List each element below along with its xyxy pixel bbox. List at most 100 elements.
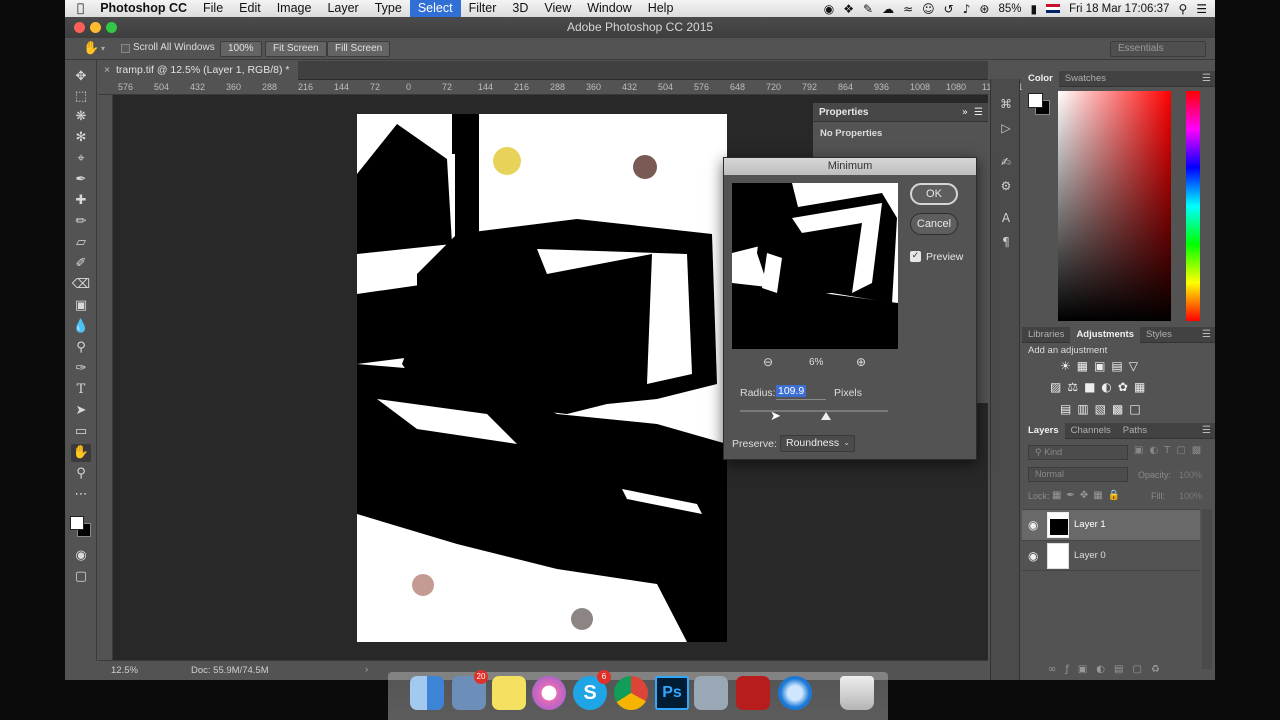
- menu-file[interactable]: File: [195, 0, 231, 17]
- healing-brush-tool-icon[interactable]: ✚: [71, 192, 91, 210]
- document-canvas[interactable]: [357, 114, 727, 642]
- preview-zoom-out-icon[interactable]: ⊖: [763, 355, 773, 369]
- layer-kind-filter[interactable]: ⚲ Kind: [1028, 445, 1128, 460]
- paragraph-panel-icon[interactable]: ¶: [998, 235, 1014, 251]
- menu-app-name[interactable]: Photoshop CC: [92, 0, 195, 17]
- layer-row-layer-0[interactable]: ◉ Layer 0: [1022, 540, 1200, 571]
- quick-selection-tool-icon[interactable]: ✻: [71, 129, 91, 147]
- accessibility-icon[interactable]: ☺: [922, 2, 935, 16]
- menu-select[interactable]: Select: [409, 0, 461, 17]
- zoom-window-button[interactable]: [106, 22, 117, 33]
- preview-checkbox[interactable]: ✓: [910, 251, 921, 262]
- layer-row-layer-1[interactable]: ◉ Layer 1: [1022, 509, 1200, 540]
- close-window-button[interactable]: [74, 22, 85, 33]
- rectangle-tool-icon[interactable]: ▭: [71, 423, 91, 441]
- cloud-icon[interactable]: ☁: [882, 2, 894, 16]
- tab-swatches[interactable]: Swatches: [1059, 71, 1112, 87]
- brush-tool-icon[interactable]: ✏: [71, 213, 91, 231]
- evernote-icon[interactable]: ✎: [863, 2, 873, 16]
- status-menu-arrow-icon[interactable]: ›: [365, 664, 368, 675]
- adjustment-icons-row-1[interactable]: ☀▦▣▤▽: [1060, 359, 1144, 373]
- quicktime-dock-icon[interactable]: [778, 676, 812, 710]
- quick-mask-icon[interactable]: ◉: [71, 547, 91, 565]
- document-tab[interactable]: × tramp.tif @ 12.5% (Layer 1, RGB/8) *: [98, 61, 298, 80]
- preview-zoom-in-icon[interactable]: ⊕: [856, 355, 866, 369]
- close-document-icon[interactable]: ×: [104, 61, 110, 80]
- wifi-icon[interactable]: ≈: [903, 2, 913, 16]
- stickies-dock-icon[interactable]: [492, 676, 526, 710]
- tab-layers[interactable]: Layers: [1022, 422, 1065, 439]
- eyedropper-tool-icon[interactable]: ✒: [71, 171, 91, 189]
- finder-dock-icon[interactable]: [410, 676, 444, 710]
- layer-filter-icons[interactable]: ▣◐T▢▩: [1134, 445, 1207, 456]
- lasso-tool-icon[interactable]: ❋: [71, 108, 91, 126]
- layers-panel-menu-icon[interactable]: ☰: [1202, 425, 1211, 436]
- tab-paths[interactable]: Paths: [1117, 423, 1153, 439]
- tab-libraries[interactable]: Libraries: [1022, 327, 1070, 343]
- volume-icon[interactable]: ♪: [963, 2, 971, 16]
- path-selection-tool-icon[interactable]: ➤: [71, 402, 91, 420]
- trash-dock-icon[interactable]: [840, 676, 874, 710]
- menu-help[interactable]: Help: [640, 0, 682, 17]
- menu-filter[interactable]: Filter: [461, 0, 505, 17]
- filter-preview-pane[interactable]: [732, 183, 898, 349]
- color-field[interactable]: [1058, 91, 1171, 321]
- record-icon[interactable]: ◉: [824, 2, 834, 16]
- lock-icons[interactable]: ▦✒✥▦🔒: [1052, 490, 1125, 501]
- menu-type[interactable]: Type: [367, 0, 410, 17]
- preserve-select[interactable]: Roundness ⌄: [780, 435, 855, 452]
- brush-presets-icon[interactable]: ✍: [998, 155, 1014, 171]
- scroll-all-windows-checkbox[interactable]: [121, 44, 130, 53]
- flag-icon[interactable]: [1046, 4, 1061, 13]
- hue-slider[interactable]: [1186, 91, 1200, 321]
- photoshop-dock-icon[interactable]: Ps: [655, 676, 689, 710]
- clone-stamp-tool-icon[interactable]: ▱: [71, 234, 91, 252]
- fill-value[interactable]: 100%: [1179, 491, 1202, 501]
- tab-color[interactable]: Color: [1022, 70, 1059, 87]
- actions-panel-icon[interactable]: ▷: [998, 121, 1014, 137]
- screen-mode-icon[interactable]: ▢: [71, 568, 91, 586]
- tab-adjustments[interactable]: Adjustments: [1070, 326, 1140, 343]
- layer-visibility-eye-icon[interactable]: ◉: [1028, 549, 1038, 563]
- opacity-value[interactable]: 100%: [1179, 470, 1202, 480]
- spotlight-icon[interactable]: ⚲: [1178, 2, 1187, 16]
- menu-view[interactable]: View: [536, 0, 579, 17]
- bluetooth-icon[interactable]: ⊛: [979, 2, 989, 16]
- photo-booth-dock-icon[interactable]: [736, 676, 770, 710]
- itunes-dock-icon[interactable]: [532, 676, 566, 710]
- battery-icon[interactable]: ▮: [1030, 2, 1037, 16]
- menu-window[interactable]: Window: [579, 0, 639, 17]
- hand-tool-icon[interactable]: ✋: [71, 444, 91, 462]
- radius-slider-handle[interactable]: [821, 412, 831, 420]
- crop-tool-icon[interactable]: ⌖: [71, 150, 91, 168]
- notification-center-icon[interactable]: ☰: [1196, 2, 1207, 16]
- cancel-button[interactable]: Cancel: [910, 213, 958, 235]
- brushes-panel-icon[interactable]: ⚙: [998, 179, 1014, 195]
- move-tool-icon[interactable]: ✥: [71, 68, 91, 86]
- hand-tool-preset-icon[interactable]: ✋: [83, 41, 99, 56]
- radius-input[interactable]: 109.9: [776, 385, 826, 400]
- adjustment-icons-row-2[interactable]: ▨⚖■◐✿▦: [1050, 380, 1151, 394]
- layer-visibility-eye-icon[interactable]: ◉: [1028, 518, 1038, 532]
- blur-tool-icon[interactable]: 💧: [71, 318, 91, 336]
- type-tool-icon[interactable]: T: [71, 381, 91, 399]
- zoom-100-button[interactable]: 100%: [220, 41, 262, 57]
- color-panel-menu-icon[interactable]: ☰: [1202, 73, 1211, 84]
- zoom-status[interactable]: 12.5%: [111, 665, 138, 676]
- marquee-tool-icon[interactable]: ⬚: [71, 88, 91, 106]
- adjustments-panel-menu-icon[interactable]: ☰: [1202, 329, 1211, 340]
- history-brush-tool-icon[interactable]: ✐: [71, 255, 91, 273]
- screenshot-dock-icon[interactable]: [694, 676, 728, 710]
- collapse-panel-icon[interactable]: »: [962, 103, 968, 122]
- time-machine-icon[interactable]: ↺: [944, 2, 954, 16]
- chrome-dock-icon[interactable]: [614, 676, 648, 710]
- pen-tool-icon[interactable]: ✑: [71, 360, 91, 378]
- dropbox-icon[interactable]: ❖: [843, 2, 854, 16]
- tab-styles[interactable]: Styles: [1140, 327, 1178, 343]
- foreground-color-swatch[interactable]: [70, 516, 84, 530]
- layers-footer-icons[interactable]: ∞ƒ▣◐▤▢♻: [1048, 664, 1169, 675]
- menu-3d[interactable]: 3D: [504, 0, 536, 17]
- fg-color-chip[interactable]: [1028, 93, 1043, 108]
- dodge-tool-icon[interactable]: ⚲: [71, 339, 91, 357]
- fit-screen-button[interactable]: Fit Screen: [265, 41, 327, 57]
